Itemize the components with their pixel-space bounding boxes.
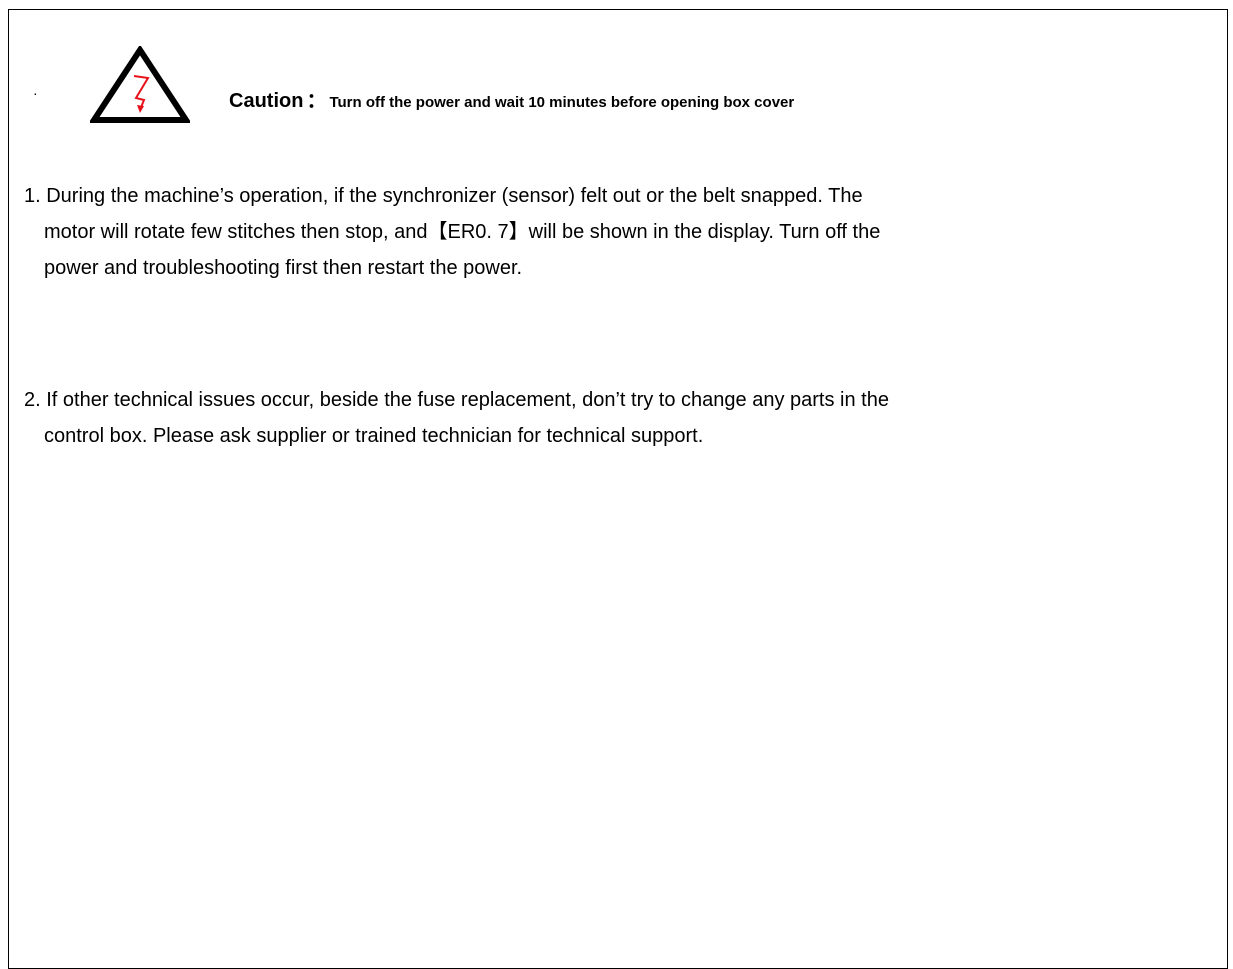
note-item-2: 2. If other technical issues occur, besi…: [24, 382, 889, 454]
caution-text: Turn off the power and wait 10 minutes b…: [329, 94, 795, 111]
note-1-line-1: 1. During the machine’s operation, if th…: [24, 185, 863, 207]
note-2-line-2: control box. Please ask supplier or trai…: [44, 425, 704, 447]
note-1-line-3: power and troubleshooting first then res…: [44, 257, 523, 279]
high-voltage-warning-icon: [90, 46, 190, 123]
note-1-line-2: motor will rotate few stitches then stop…: [44, 221, 881, 243]
caution-label: Caution: [229, 90, 304, 112]
caution-statement: Caution： Turn off the power and wait 10 m…: [229, 84, 794, 113]
note-2-line-1: 2. If other technical issues occur, besi…: [24, 389, 889, 411]
caution-colon: ：: [306, 90, 327, 112]
document-page: · Caution： Turn off the power and wait 10…: [0, 0, 1233, 969]
bullet-dot: ·: [33, 85, 38, 101]
note-item-1: 1. During the machine’s operation, if th…: [24, 178, 880, 286]
page-border: [8, 9, 1228, 969]
